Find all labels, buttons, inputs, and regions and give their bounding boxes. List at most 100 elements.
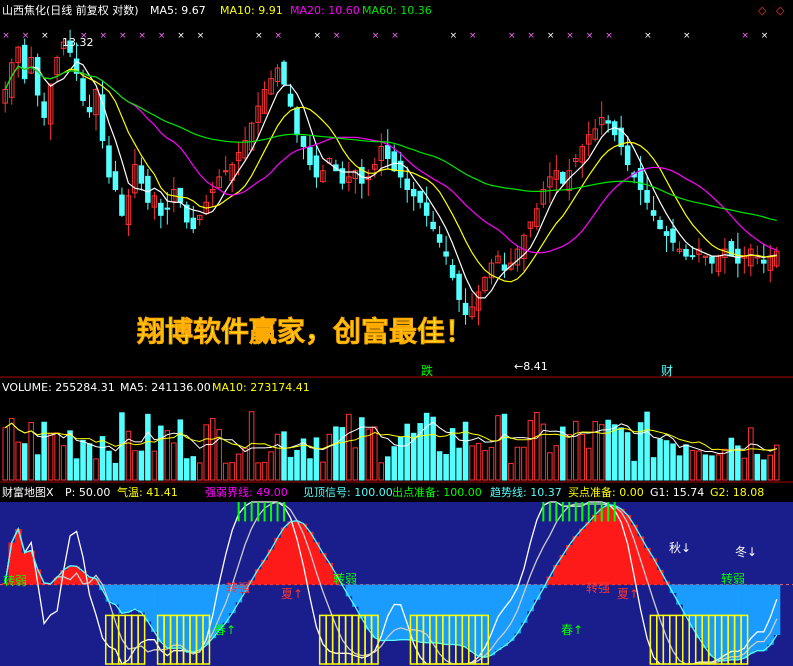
volume-bar xyxy=(209,417,216,481)
volume-bar xyxy=(683,444,689,481)
volume-bar xyxy=(767,454,774,481)
volume-bar xyxy=(255,462,261,481)
volume-bar xyxy=(184,458,190,481)
volume-bar xyxy=(436,451,443,481)
candle-body xyxy=(624,145,631,166)
summer-label-1: 夏↑ xyxy=(281,587,303,601)
volume-bar xyxy=(573,420,579,481)
signal-marker: × xyxy=(197,31,205,41)
trend-area xyxy=(118,584,126,614)
candle-body xyxy=(112,171,119,190)
signal-marker: × xyxy=(177,31,185,41)
candle-body xyxy=(430,221,436,230)
candle-body xyxy=(145,175,151,203)
candle-body xyxy=(449,265,456,278)
volume-bar xyxy=(741,457,748,481)
signal-marker: × xyxy=(391,31,399,41)
candle-body xyxy=(190,217,197,230)
trend-area xyxy=(125,584,132,613)
volume-bar xyxy=(47,433,54,481)
volume-bar xyxy=(527,420,534,481)
volume-bar xyxy=(501,413,508,481)
candle-body xyxy=(663,231,670,236)
volume-bar xyxy=(339,427,346,481)
trend-area xyxy=(66,565,74,585)
volume-bar xyxy=(158,425,164,481)
indicator-trend: 趋势线: 10.37 xyxy=(490,485,562,499)
strong-label-2: 转强 xyxy=(586,580,610,595)
volume-bar xyxy=(547,452,553,481)
volume-bar xyxy=(15,441,21,481)
signal-marker: × xyxy=(41,31,49,41)
volume-bar xyxy=(378,462,385,481)
volume-bar xyxy=(242,447,248,481)
candle-body xyxy=(119,194,125,216)
volume-bar xyxy=(585,447,592,481)
drop-tag: 跌 xyxy=(421,363,433,378)
volume-ma5-label: MA5: 241136.00 xyxy=(120,381,211,394)
signal-marker: × xyxy=(761,31,769,41)
candle-body xyxy=(313,155,320,178)
volume-bar xyxy=(579,433,586,481)
weak-label-1: 转弱 xyxy=(3,573,27,588)
collapse-icon[interactable]: ◇ xyxy=(758,4,767,17)
volume-panel xyxy=(2,411,780,481)
volume-bar xyxy=(307,458,313,481)
trend-area xyxy=(773,584,781,636)
weak-label-2: 转弱 xyxy=(333,571,357,586)
candle-body xyxy=(21,44,28,80)
candle-body xyxy=(456,273,462,300)
volume-bar xyxy=(106,450,112,481)
candle-body xyxy=(657,219,663,230)
trend-area xyxy=(501,584,508,646)
diamond-icon[interactable]: ◇ xyxy=(776,4,785,17)
candle-body xyxy=(462,302,469,316)
volume-bar xyxy=(748,427,754,481)
spring-label-2: 春↑ xyxy=(561,623,583,637)
candle-body xyxy=(443,251,449,257)
weak-label-3: 转弱 xyxy=(721,571,745,586)
volume-bar xyxy=(93,458,99,481)
volume-bar xyxy=(190,456,197,481)
ma10-line xyxy=(4,65,777,283)
volume-bar xyxy=(534,411,540,481)
candle-body xyxy=(294,107,300,136)
volume-bar xyxy=(722,448,728,481)
volume-bar xyxy=(644,411,650,481)
volume-bar xyxy=(728,437,735,481)
trend-area xyxy=(579,528,586,585)
trend-area xyxy=(656,569,664,585)
volume-bar xyxy=(196,462,203,481)
volume-bar xyxy=(709,455,715,481)
volume-bar xyxy=(235,453,242,481)
chart-title: 山西焦化(日线 前复权 对数) xyxy=(2,3,139,17)
trend-area xyxy=(747,584,755,654)
volume-bar xyxy=(365,428,372,481)
volume-bar xyxy=(696,450,702,481)
volume-bar xyxy=(631,460,637,481)
volume-bar xyxy=(80,439,86,481)
signal-marker: × xyxy=(527,31,535,41)
volume-bar xyxy=(320,461,326,481)
volume-bar xyxy=(294,449,300,481)
signal-marker: × xyxy=(119,31,127,41)
volume-bar xyxy=(566,434,573,481)
trend-area xyxy=(533,584,541,600)
signal-marker: × xyxy=(547,31,555,41)
summer-label-2: 夏↑ xyxy=(617,587,639,601)
signal-marker: × xyxy=(99,31,107,41)
volume-bar xyxy=(313,437,320,481)
volume-bar xyxy=(86,443,93,481)
ma10-label: MA10: 9.91 xyxy=(220,4,283,17)
candle-body xyxy=(689,255,696,258)
candle-body xyxy=(423,202,430,216)
signal-marker: × xyxy=(158,31,166,41)
volume-bar xyxy=(761,459,767,481)
candle-body xyxy=(436,234,443,243)
volume-bar xyxy=(488,446,495,481)
volume-bar xyxy=(229,462,235,481)
volume-bar xyxy=(514,446,521,481)
candle-body xyxy=(709,256,715,264)
ma20-label: MA20: 10.60 xyxy=(290,4,360,17)
volume-ma10-label: MA10: 273174.41 xyxy=(212,381,310,394)
